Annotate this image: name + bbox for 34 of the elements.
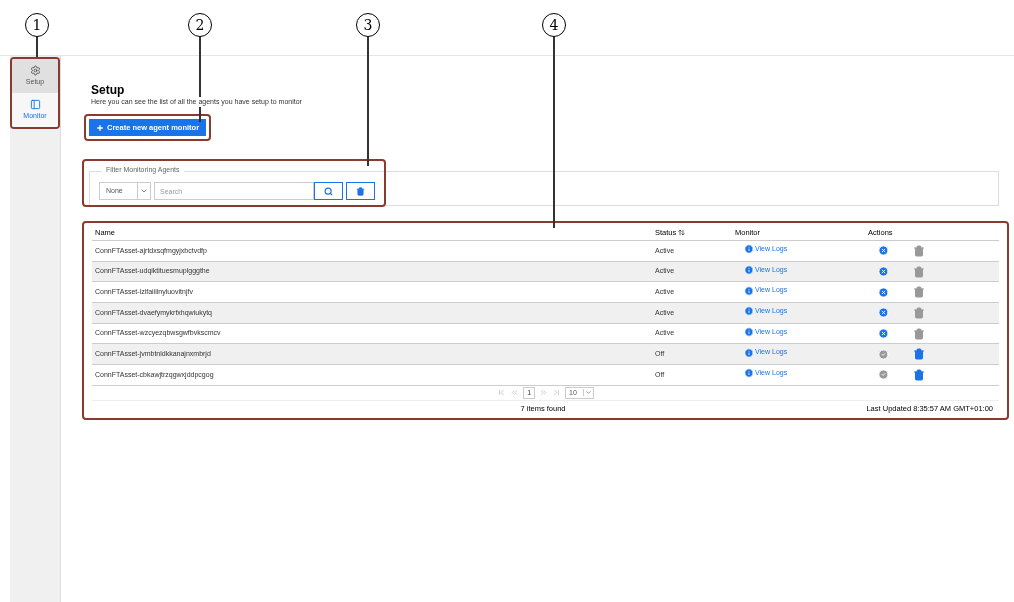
plus-icon (96, 123, 104, 132)
info-icon (744, 326, 754, 337)
check-icon[interactable] (878, 369, 889, 381)
stop-icon[interactable] (878, 266, 889, 278)
caret-icon (584, 389, 592, 397)
check-icon[interactable] (878, 348, 889, 360)
callout-number: 1 (25, 13, 49, 37)
info-icon (744, 347, 754, 358)
first-page-icon[interactable] (497, 388, 507, 398)
leader-line (36, 37, 38, 57)
clear-button[interactable] (346, 182, 375, 200)
trash-icon (356, 186, 365, 196)
stop-icon[interactable] (878, 286, 889, 298)
search-icon (324, 186, 333, 196)
delete-icon[interactable] (913, 368, 925, 381)
delete-icon[interactable] (913, 348, 925, 361)
info-icon (744, 306, 754, 317)
info-icon (744, 264, 754, 275)
gear-icon (29, 64, 41, 76)
sort-icon[interactable] (678, 228, 686, 236)
callout-number: 2 (188, 13, 212, 37)
callout-number: 4 (542, 13, 566, 37)
last-page-icon[interactable] (552, 388, 562, 398)
stop-icon[interactable] (878, 328, 889, 340)
search-button[interactable] (314, 182, 343, 200)
stop-icon[interactable] (878, 307, 889, 319)
stop-icon[interactable] (878, 245, 889, 257)
caret-icon (140, 187, 148, 195)
info-icon (744, 244, 754, 255)
page-title: Setup (91, 83, 125, 97)
info-icon (744, 285, 754, 296)
callout-number: 3 (356, 13, 380, 37)
info-icon (744, 368, 754, 379)
panel-icon (29, 98, 41, 110)
